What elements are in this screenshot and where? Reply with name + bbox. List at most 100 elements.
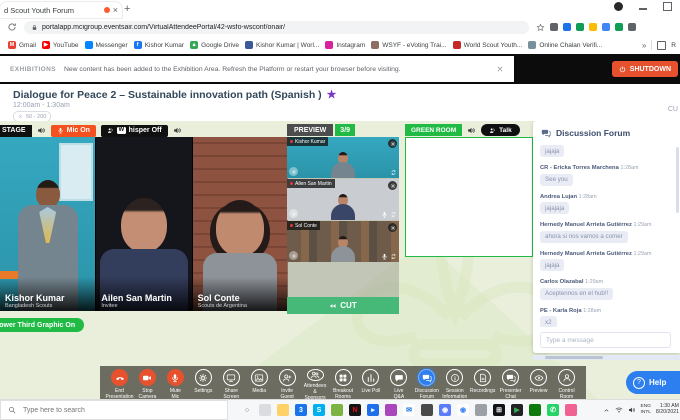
thumb-settings-button[interactable] <box>388 223 397 232</box>
breakout-rooms-button[interactable]: Breakout Rooms <box>330 369 357 400</box>
reload-icon[interactable] <box>7 22 17 32</box>
shutdown-button[interactable]: SHUTDOWN <box>612 61 678 77</box>
live-qa-button[interactable]: Live Q&A <box>385 369 412 400</box>
thumb-flip-camera-icon[interactable] <box>390 169 397 176</box>
bookmarks-overflow-button[interactable]: » <box>642 41 646 50</box>
pinned-app-icon-2[interactable] <box>331 404 343 416</box>
tab-close-icon[interactable]: × <box>113 6 118 15</box>
attendees-sponsors-button[interactable]: Attendees & Sponsors <box>302 369 329 400</box>
live-poll-button[interactable]: Live Poll <box>357 369 384 400</box>
pinned-app-icon-4[interactable] <box>475 404 487 416</box>
new-tab-button[interactable]: + <box>124 3 130 15</box>
preview-thumbnail[interactable]: Sol Conte <box>287 221 399 262</box>
presenter-chat-button[interactable]: Presenter Chat <box>497 369 524 400</box>
browser-tab[interactable]: d Scout Youth Forum × <box>0 2 122 18</box>
preview-thumbnail[interactable]: Kishor Kumar <box>287 137 399 178</box>
control-room-button[interactable]: Control Room <box>553 369 580 400</box>
reading-list-label[interactable]: R <box>671 42 676 49</box>
extension-icon[interactable] <box>628 23 636 31</box>
bookmark-item[interactable]: Instagram <box>325 41 365 49</box>
invite-guest-button[interactable]: Invite Guest <box>274 369 301 400</box>
reading-list-icon[interactable] <box>657 41 666 50</box>
pinned-app-icon-7[interactable] <box>565 404 577 416</box>
extension-icon[interactable] <box>563 23 571 31</box>
stop-camera-button[interactable]: Stop Camera <box>134 369 161 400</box>
thumb-add-button[interactable] <box>289 209 298 218</box>
pinned-app-icon-3[interactable] <box>385 404 397 416</box>
pinned-app-icon-6[interactable] <box>529 404 541 416</box>
end-presentation-button[interactable]: End Presentation <box>106 369 133 400</box>
calculator-icon[interactable] <box>421 404 433 416</box>
forum-message-input[interactable] <box>540 332 671 348</box>
cut-button[interactable]: CUT <box>287 297 399 314</box>
forum-message-list[interactable]: jajaja CR - Ericka Torres Marchena 1:28a… <box>540 144 671 327</box>
talk-button[interactable]: Talk <box>481 124 520 136</box>
scrollbar-thumb[interactable] <box>545 356 603 359</box>
bookmark-item[interactable]: M Gmail <box>8 41 36 49</box>
clock[interactable]: 1:30 AM8/20/2021 <box>656 404 679 416</box>
maximize-button[interactable] <box>663 2 672 11</box>
whisper-off-button[interactable]: W hisper Off <box>101 125 168 137</box>
bookmark-item[interactable]: Kishor Kumar | Worl... <box>245 41 319 49</box>
mail-icon[interactable]: ✉ <box>403 404 415 416</box>
stage-video[interactable]: Kishor Kumar Bangladesh Scouts <box>0 137 95 311</box>
skype-icon[interactable]: S <box>313 404 325 416</box>
favorite-star-icon[interactable]: ★ <box>327 89 337 101</box>
bookmark-item[interactable]: WSYF - eVoting Trai... <box>371 41 446 49</box>
thumb-mic-icon[interactable] <box>381 253 388 260</box>
pinned-app-icon-1[interactable] <box>259 404 271 416</box>
bookmark-item[interactable]: World Scout Youth... <box>453 41 523 49</box>
thumb-settings-button[interactable] <box>388 139 397 148</box>
stage-audio-icon[interactable] <box>37 126 46 135</box>
lower-third-graphic-button[interactable]: Lower Third Graphic On <box>0 318 84 332</box>
stage-video[interactable]: Ailen San Martin Invitee <box>96 137 191 311</box>
extension-icon[interactable] <box>576 23 584 31</box>
help-button[interactable]: ? Help <box>626 371 680 394</box>
forum-scrollbar[interactable] <box>676 147 679 213</box>
extension-icon[interactable] <box>550 23 558 31</box>
bookmark-item[interactable]: Online Chalan Verifi... <box>528 41 602 49</box>
preview-button[interactable]: Preview <box>525 369 552 400</box>
bookmark-item[interactable]: ▲ Google Drive <box>190 41 239 49</box>
volume-icon[interactable] <box>628 406 636 414</box>
mute-mic-button[interactable]: Mute Mic <box>162 369 189 400</box>
thumb-add-button[interactable] <box>289 251 298 260</box>
extension-icon[interactable] <box>615 23 623 31</box>
settings-button[interactable]: Settings <box>190 369 217 400</box>
bookmark-item[interactable]: f Kishor Kumar <box>134 41 184 49</box>
media-button[interactable]: Media <box>246 369 273 400</box>
thumb-mic-icon[interactable] <box>381 211 388 218</box>
thumb-add-button[interactable] <box>289 167 298 176</box>
ms-store-icon[interactable]: ⊞ <box>493 404 505 416</box>
pinned-app-icon-5[interactable]: ▶ <box>511 404 523 416</box>
extension-icon[interactable] <box>589 23 597 31</box>
horizontal-scrollbar[interactable] <box>533 355 680 360</box>
mic-on-button[interactable]: Mic On <box>51 125 96 137</box>
recordings-button[interactable]: Recordings <box>469 369 496 400</box>
taskbar-search[interactable] <box>0 400 228 420</box>
movies-tv-icon[interactable]: ▸ <box>367 404 379 416</box>
search-input[interactable] <box>21 406 220 415</box>
minimize-button[interactable] <box>639 8 647 10</box>
green-room-audio-icon[interactable] <box>467 126 476 135</box>
network-icon[interactable] <box>615 406 623 414</box>
thumb-flip-camera-icon[interactable] <box>390 211 397 218</box>
profile-avatar[interactable] <box>614 2 623 11</box>
notice-close-icon[interactable] <box>496 65 504 73</box>
whatsapp-icon[interactable]: ✆ <box>547 404 559 416</box>
edge-icon[interactable]: 3 <box>295 404 307 416</box>
share-screen-button[interactable]: Share Screen <box>218 369 245 400</box>
bookmark-star-icon[interactable] <box>536 23 545 32</box>
chrome-icon[interactable]: ◉ <box>457 404 469 416</box>
bookmark-item[interactable]: ▶ YouTube <box>42 41 79 49</box>
thumb-flip-camera-icon[interactable] <box>390 253 397 260</box>
netflix-icon[interactable]: N <box>349 404 361 416</box>
stage-video[interactable]: Sol Conte Scouts de Argentina <box>193 137 288 311</box>
file-explorer-icon[interactable] <box>277 404 289 416</box>
camera-app-icon[interactable]: ◉ <box>439 404 451 416</box>
tray-chevron-icon[interactable] <box>603 407 610 414</box>
url-bar[interactable]: portalapp.mcigroup.eventsair.com/Virtual… <box>24 21 529 34</box>
session-information-button[interactable]: Session Information <box>441 369 468 400</box>
cortana-icon[interactable]: ○ <box>241 404 253 416</box>
whisper-audio-icon[interactable] <box>173 126 182 135</box>
